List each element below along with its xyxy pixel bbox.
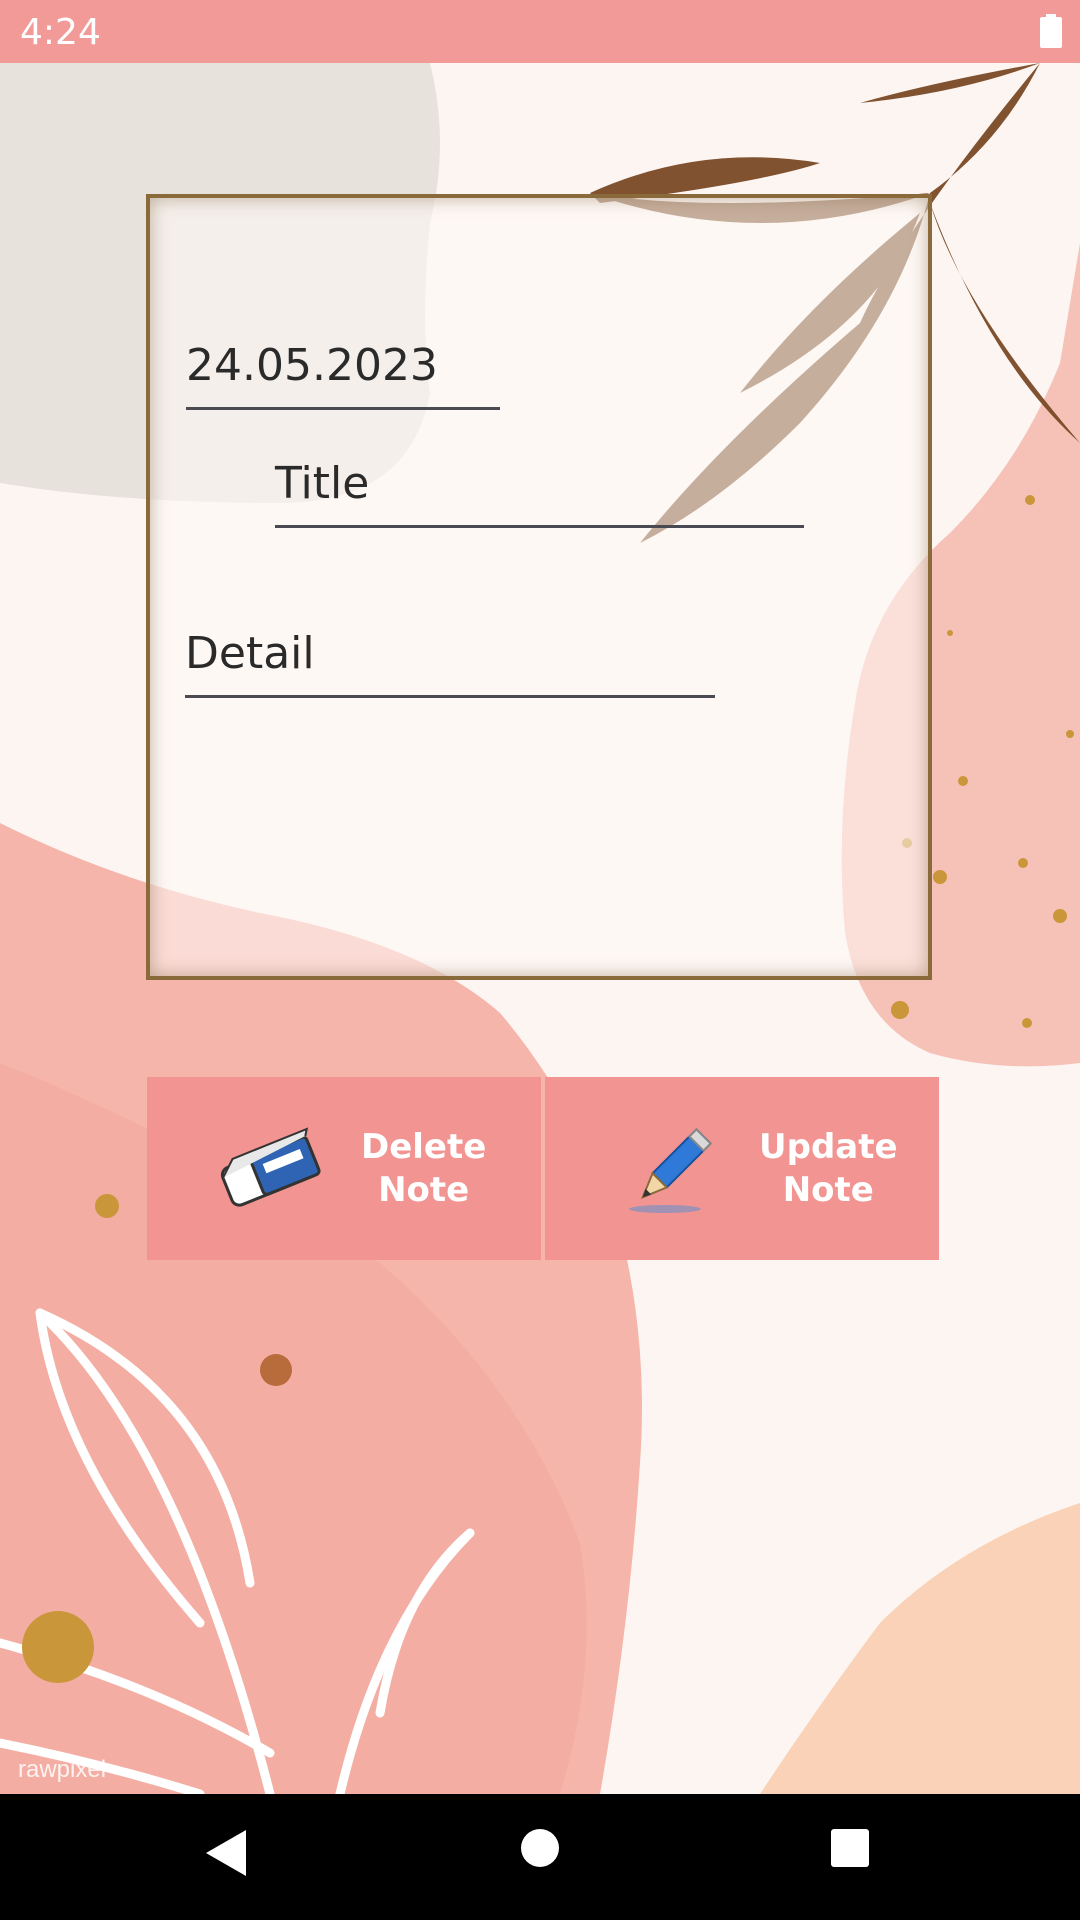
date-field[interactable]: 24.05.2023 (186, 340, 500, 410)
status-time: 4:24 (20, 12, 101, 53)
navigation-bar (0, 1794, 1080, 1920)
delete-note-button[interactable]: Delete Note (147, 1077, 541, 1260)
note-frame (146, 194, 932, 980)
delete-label-line2: Note (378, 1169, 470, 1210)
update-note-button[interactable]: Update Note (545, 1077, 939, 1260)
battery-icon (1040, 14, 1062, 48)
detail-underline (185, 695, 715, 698)
detail-placeholder: Detail (185, 628, 315, 679)
watermark: rawpixel (18, 1756, 107, 1783)
home-circle-icon[interactable] (520, 1828, 560, 1868)
date-underline (186, 407, 500, 410)
title-placeholder: Title (275, 458, 370, 509)
delete-label-line1: Delete (361, 1126, 487, 1167)
update-label-line2: Note (782, 1169, 874, 1210)
update-label-line1: Update (759, 1126, 898, 1167)
status-bar: 4:24 (0, 0, 1080, 63)
pencil-icon (629, 1127, 713, 1213)
recents-square-icon[interactable] (830, 1828, 870, 1868)
date-text: 24.05.2023 (186, 340, 438, 391)
detail-input[interactable]: Detail (185, 628, 715, 698)
title-input[interactable]: Title (275, 458, 804, 528)
eraser-icon (220, 1126, 321, 1207)
back-triangle-icon[interactable] (204, 1828, 248, 1878)
title-underline (275, 525, 804, 528)
